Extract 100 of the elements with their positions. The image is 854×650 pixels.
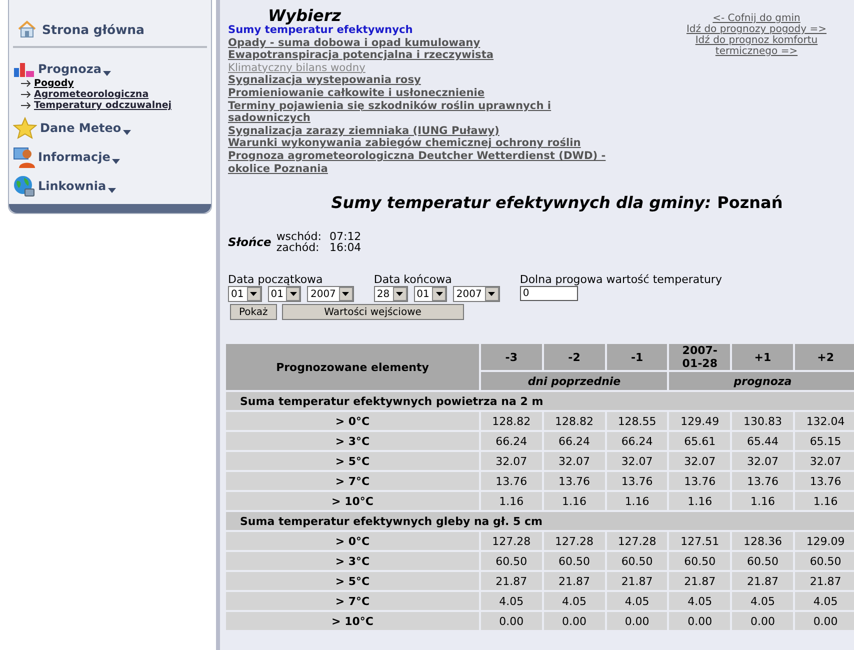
- option-link[interactable]: Prognoza agrometeorologiczna Deutcher Wetterdienst (DWD) - okolice Poznania: [228, 150, 613, 176]
- threshold-field[interactable]: 0: [520, 286, 578, 302]
- table-cell: 4.05: [669, 592, 730, 610]
- table-cell: 13.76: [544, 472, 605, 490]
- table-cell: 21.87: [606, 572, 668, 590]
- table-cell: 128.82: [481, 412, 542, 430]
- row-label: > 7°C: [226, 592, 479, 610]
- home-link[interactable]: Strona główna: [42, 22, 144, 36]
- sun-label: Słońce: [228, 235, 272, 250]
- table-cell: 60.50: [481, 552, 542, 570]
- column-header: +1: [732, 344, 794, 370]
- dropdown-arrow-icon[interactable]: [396, 292, 404, 296]
- table-cell: 32.07: [669, 452, 730, 470]
- form-button[interactable]: Pokaż: [230, 304, 277, 320]
- table-cell: 0.00: [669, 612, 730, 630]
- option-link[interactable]: Sumy temperatur efektywnych: [228, 24, 613, 37]
- table-cell: 1.16: [481, 492, 542, 510]
- table-cell: 13.76: [481, 472, 542, 490]
- table-cell: 60.50: [669, 552, 730, 570]
- table-cell: 4.05: [795, 592, 854, 610]
- dropdown-arrow-icon[interactable]: [488, 292, 496, 296]
- column-header: 2007-01-28: [669, 344, 730, 370]
- form-button[interactable]: Wartości wejściowe: [282, 304, 464, 320]
- menu-item[interactable]: Dane Meteo: [40, 121, 122, 135]
- table-cell: 60.50: [544, 552, 605, 570]
- table-cell: 0.00: [606, 612, 668, 630]
- table-cell: 127.51: [669, 532, 730, 550]
- field-label: Dolna progowa wartość temperatury: [520, 273, 722, 286]
- menu-item[interactable]: Linkownia: [38, 179, 106, 193]
- table-cell: 0.00: [481, 612, 542, 630]
- row-label: > 10°C: [226, 612, 479, 630]
- dropdown-arrow-icon[interactable]: [250, 292, 258, 296]
- field-label: Data końcowa: [374, 273, 453, 286]
- group-row: Suma temperatur efektywnych powietrza na 2 m: [226, 392, 854, 410]
- table-cell: 66.24: [606, 432, 668, 450]
- dropdown-arrow-icon[interactable]: [342, 292, 350, 296]
- arrow-icon: [21, 102, 31, 109]
- table-cell: 129.09: [795, 532, 854, 550]
- table-cell: 21.87: [544, 572, 605, 590]
- menu-item[interactable]: Informacje: [38, 150, 110, 164]
- table-cell: 32.07: [732, 452, 794, 470]
- table-cell: 128.82: [544, 412, 605, 430]
- table-cell: 32.07: [544, 452, 605, 470]
- row-label: > 7°C: [226, 472, 479, 490]
- row-label: > 5°C: [226, 572, 479, 590]
- row-label: > 0°C: [226, 532, 479, 550]
- option-link[interactable]: Terminy pojawienia się szkodników roślin uprawnych i sadowniczych: [228, 100, 613, 125]
- option-link[interactable]: Sygnalizacja zarazy ziemniaka (IUNG Puławy): [228, 124, 613, 138]
- option-link[interactable]: Sygnalizacja wystepowania rosy: [228, 74, 613, 87]
- table-cell: 65.15: [795, 432, 854, 450]
- table-cell: 127.28: [606, 532, 668, 550]
- column-header: -2: [544, 344, 605, 370]
- submenu-link[interactable]: Pogody: [34, 78, 74, 89]
- dropdown-arrow-icon[interactable]: [436, 292, 443, 296]
- table-cell: 0.00: [732, 612, 794, 630]
- row-label: > 3°C: [226, 432, 479, 450]
- person-icon: [13, 146, 35, 168]
- page-title: Sumy temperatur efektywnych dla gminy:: [331, 193, 712, 212]
- dropdown[interactable]: 2007: [453, 286, 500, 302]
- table-cell: 1.16: [606, 492, 668, 510]
- table-cell: 66.24: [544, 432, 605, 450]
- star-icon: [13, 117, 37, 139]
- table-cell: 60.50: [732, 552, 794, 570]
- table-cell: 1.16: [732, 492, 794, 510]
- table-cell: 13.76: [606, 472, 668, 490]
- option-link[interactable]: Ewapotranspiracja potencjalna i rzeczywista: [228, 49, 613, 62]
- nav-link[interactable]: Idź do prognoz komfortu termicznego =>: [669, 35, 844, 57]
- dropdown[interactable]: 01: [414, 286, 448, 302]
- table-cell: 4.05: [732, 592, 794, 610]
- dropdown[interactable]: 01: [268, 286, 302, 302]
- nav-link[interactable]: Idź do prognozy pogody =>: [686, 24, 826, 35]
- table-cell: 0.00: [544, 612, 605, 630]
- nav-link[interactable]: <- Cofnij do gmin: [712, 13, 800, 24]
- dropdown[interactable]: 01: [228, 286, 262, 302]
- dropdown[interactable]: 28: [374, 286, 408, 302]
- table-cell: 127.28: [481, 532, 542, 550]
- submenu-link[interactable]: Temperatury odczuwalnej: [34, 100, 172, 111]
- option-link[interactable]: Warunki wykonywania zabiegów chemicznej ochrony roślin: [228, 137, 613, 150]
- table-cell: 130.83: [732, 412, 794, 430]
- field-label: Data początkowa: [228, 273, 324, 286]
- menu-item[interactable]: Prognoza: [38, 62, 102, 76]
- table-cell: 4.05: [544, 592, 605, 610]
- dropdown[interactable]: 2007: [307, 286, 354, 302]
- table-cell: 13.76: [732, 472, 794, 490]
- column-group-header: prognoza: [669, 372, 854, 390]
- table-cell: 65.61: [669, 432, 730, 450]
- column-header: Prognozowane elementy: [226, 344, 479, 390]
- sun-time: 07:12: [329, 231, 362, 242]
- caret-icon: [108, 188, 116, 193]
- option-link[interactable]: Opady - suma dobowa i opad kumulowany: [228, 36, 613, 50]
- group-row: Suma temperatur efektywnych gleby na gł. 5 cm: [226, 512, 854, 530]
- table-cell: 21.87: [732, 572, 794, 590]
- table-cell: 65.44: [732, 432, 794, 450]
- row-label: > 5°C: [226, 452, 479, 470]
- submenu-link[interactable]: Agrometeorologiczna: [34, 89, 149, 100]
- sun-event-label: zachód:: [276, 242, 320, 254]
- arrow-icon: [21, 80, 31, 87]
- option-link[interactable]: Promieniowanie całkowite i usłonecznienie: [228, 86, 613, 100]
- globe-icon: [13, 175, 35, 197]
- dropdown-arrow-icon[interactable]: [290, 292, 297, 296]
